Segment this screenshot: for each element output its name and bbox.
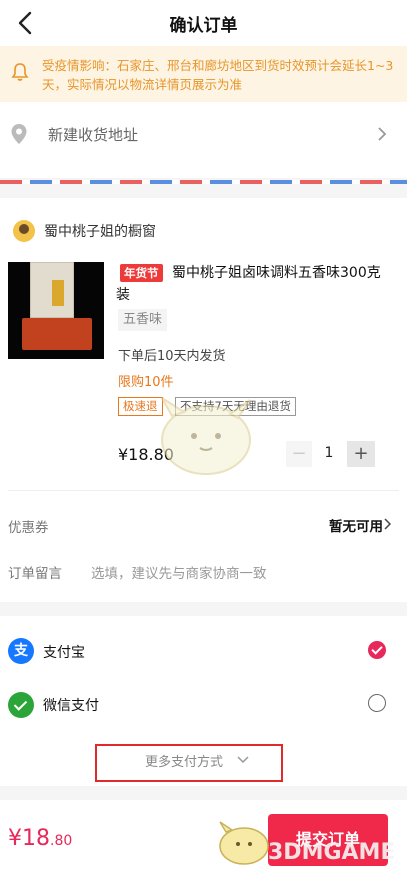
wechat-pay-label[interactable]: 微信支付 <box>43 695 99 715</box>
promo-badge: 年货节 <box>120 264 163 282</box>
chevron-down-icon <box>237 756 249 764</box>
shop-name[interactable]: 蜀中桃子姐的橱窗 <box>44 221 156 241</box>
coupon-value[interactable]: 暂无可用 <box>329 515 383 535</box>
header: 确认订单 <box>0 0 407 46</box>
address-row[interactable]: 新建收货地址 <box>0 102 407 178</box>
coupon-label: 优惠券 <box>8 520 49 536</box>
more-payment-label: 更多支付方式 <box>145 755 224 770</box>
order-note-input[interactable]: 选填，建议先与商家协商一致 <box>91 562 267 582</box>
quantity-minus-button[interactable]: − <box>286 441 312 467</box>
watermark-text: 3DMGAME <box>268 840 396 865</box>
page-title: 确认订单 <box>169 15 238 36</box>
airmail-divider <box>0 180 407 184</box>
notice-banner: 受疫情影响：石家庄、邢台和廊坊地区到货时效预计会延长1~3天，实际情况以物流详情… <box>0 46 407 102</box>
alipay-radio-checked[interactable] <box>368 641 386 659</box>
wechat-pay-radio[interactable] <box>368 694 386 712</box>
new-address-label: 新建收货地址 <box>48 126 139 144</box>
total-price-fraction: .80 <box>50 833 73 849</box>
location-pin-icon <box>11 124 27 144</box>
quantity-value[interactable]: 1 <box>318 445 340 461</box>
total-price: ¥18.80 <box>8 826 72 851</box>
product-variant[interactable]: 五香味 <box>118 309 168 331</box>
shop-avatar[interactable] <box>13 220 35 242</box>
divider <box>8 490 399 491</box>
bell-icon <box>11 63 29 81</box>
payment-section: 支 支付宝 微信支付 更多支付方式 <box>0 616 407 786</box>
order-note-label: 订单留言 <box>8 566 62 582</box>
wechat-pay-icon <box>8 692 34 718</box>
total-price-main: ¥18 <box>8 826 50 851</box>
product-label <box>52 280 64 306</box>
mascot-logo-icon <box>219 821 269 865</box>
shipping-info: 下单后10天内发货 <box>118 349 226 364</box>
mascot-watermark-icon <box>161 397 251 475</box>
quantity-plus-button[interactable]: + <box>347 441 375 467</box>
back-arrow-icon[interactable] <box>14 10 38 36</box>
alipay-label[interactable]: 支付宝 <box>43 642 85 662</box>
chevron-right-icon <box>384 518 391 530</box>
notice-text: 受疫情影响：石家庄、邢台和廊坊地区到货时效预计会延长1~3天，实际情况以物流详情… <box>42 58 394 92</box>
product-sauce <box>22 318 92 350</box>
chevron-right-icon <box>378 127 387 141</box>
more-payment-methods-button[interactable]: 更多支付方式 <box>95 744 283 782</box>
alipay-icon: 支 <box>8 638 34 664</box>
product-image[interactable] <box>8 262 104 359</box>
